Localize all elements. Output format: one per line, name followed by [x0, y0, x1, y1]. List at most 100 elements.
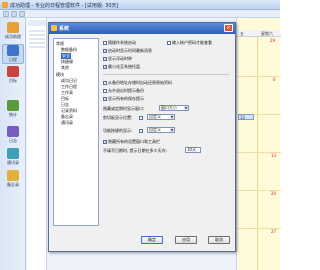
- chart-icon: [7, 100, 19, 111]
- sidebar-item-contacts[interactable]: 通讯录: [2, 148, 24, 168]
- autostart-checkbox[interactable]: [103, 41, 107, 45]
- calendar-header-day: 五: [240, 31, 244, 36]
- auto-restore-checkbox[interactable]: [103, 81, 107, 85]
- window-mode-select[interactable]: 窗口大小 ▼: [159, 105, 189, 111]
- calendar-date[interactable]: 29: [270, 38, 275, 43]
- option-backup-prompt[interactable]: 允许退出时提示备份: [103, 88, 144, 94]
- option-minimize-tray[interactable]: 最小化至系统托盘: [103, 64, 140, 70]
- option-label: 显示所有的保存提示: [108, 96, 144, 101]
- sidebar-item-goal[interactable]: 目标: [2, 66, 24, 86]
- option-floating-clock[interactable]: 显示浮动时钟: [103, 56, 132, 62]
- window-mode-label: 隐藏或定期时显示窗口:: [103, 106, 145, 111]
- toolbar-save-icon[interactable]: [19, 11, 25, 17]
- sidebar-item-success[interactable]: 成功助理: [2, 22, 24, 42]
- clipboard-position-label: 剪切板显示位置:: [103, 115, 133, 120]
- backup-prompt-checkbox[interactable]: [103, 89, 107, 93]
- sidebar-item-label: 统计: [9, 112, 17, 117]
- clipboard-radio-box[interactable]: [139, 116, 143, 120]
- app-title: 成功助理 - 专业的日程管理软件 - [试用版: 30天]: [10, 3, 119, 9]
- app-toolbar: [0, 10, 280, 18]
- option-save-prompts[interactable]: 显示所有的保存提示: [103, 96, 144, 102]
- mini-calendar-row: [29, 42, 45, 44]
- option-password[interactable]: 输入帐户密码才能查看: [167, 40, 212, 46]
- sidebar-item-schedule[interactable]: 日程: [2, 44, 24, 64]
- settings-dialog: 系统 × 常规 数据备份 安全 快捷键 其他 模块 成功日记 工作日程 工作表 …: [48, 22, 236, 252]
- mini-calendar-panel: [27, 18, 47, 270]
- function-keys-label: 功能按键的显示:: [103, 128, 133, 133]
- toolbar-new-icon[interactable]: [3, 11, 9, 17]
- calendar-header: 五 星期六: [237, 30, 281, 37]
- mini-calendar-row: [29, 30, 45, 32]
- target-icon: [7, 66, 19, 77]
- hide-windows-checkbox[interactable]: [103, 139, 107, 144]
- calendar-date[interactable]: 20: [271, 191, 276, 196]
- option-label: 隐藏所有的设置窗口和工具栏: [108, 139, 160, 144]
- sidebar-item-stats[interactable]: 统计: [2, 100, 24, 120]
- reminder-days-stepper[interactable]: 30天: [185, 147, 201, 153]
- function-keys-radio-box[interactable]: [139, 129, 143, 133]
- mini-calendar-row: [29, 46, 45, 48]
- mini-calendar-row: [29, 38, 45, 40]
- chevron-down-icon: ▼: [170, 128, 174, 132]
- chevron-down-icon: ▼: [184, 106, 188, 110]
- app-logo-icon: [2, 2, 8, 8]
- select-value: 自定义: [149, 114, 161, 119]
- calendar-date[interactable]: 6: [273, 77, 276, 82]
- reminder-days-label: 不填写日期时, 提示日期在多少天内:: [103, 148, 167, 153]
- save-prompts-checkbox[interactable]: [103, 96, 107, 101]
- option-label: 随操作系统启动: [108, 40, 136, 45]
- sidebar-item-label: 目标: [9, 78, 17, 83]
- cancel-button[interactable]: 取消: [208, 236, 230, 244]
- floating-clock-checkbox[interactable]: [103, 56, 107, 61]
- close-button[interactable]: ×: [224, 24, 233, 32]
- function-keys-radio[interactable]: [139, 128, 144, 133]
- password-checkbox[interactable]: [167, 41, 171, 45]
- chevron-down-icon: ▼: [170, 115, 174, 119]
- sidebar: 成功助理 日程 目标 统计 日志 通讯录 备忘录: [0, 18, 26, 270]
- option-auto-restore[interactable]: 从备份地址存储时自动还原原始资料: [103, 80, 172, 86]
- option-show-news[interactable]: 启动时显示时间最新消息: [103, 48, 152, 54]
- function-keys-select[interactable]: 自定义 ▼: [147, 127, 175, 133]
- settings-content: 随操作系统启动 输入帐户密码才能查看 启动时显示时间最新消息 显示浮动时钟 最小…: [103, 38, 231, 226]
- calendar-icon: [7, 45, 19, 56]
- mini-calendar-header: [28, 20, 46, 26]
- sidebar-item-memo[interactable]: 备忘录: [2, 170, 24, 190]
- option-label: 显示浮动时钟: [108, 56, 132, 61]
- app-titlebar: 成功助理 - 专业的日程管理软件 - [试用版: 30天]: [0, 0, 280, 10]
- show-news-checkbox[interactable]: [103, 48, 107, 53]
- contacts-icon: [7, 148, 19, 159]
- tree-item-contacts[interactable]: 通讯录: [61, 120, 73, 126]
- sidebar-item-label: 日志: [9, 138, 17, 143]
- dialog-titlebar: 系统 ×: [49, 23, 235, 34]
- option-hide-windows[interactable]: 隐藏所有的设置窗口和工具栏: [103, 139, 160, 145]
- stepper-value: 30天: [187, 147, 197, 152]
- clipboard-position-select[interactable]: 自定义 ▼: [147, 114, 175, 120]
- minimize-tray-checkbox[interactable]: [103, 64, 107, 69]
- mini-calendar-row: [29, 34, 45, 36]
- divider: [103, 74, 229, 75]
- calendar-date[interactable]: 13: [271, 153, 276, 158]
- option-label: 允许退出时提示备份: [108, 88, 144, 93]
- sidebar-item-label: 成功助理: [5, 34, 21, 39]
- apply-button[interactable]: 应用: [175, 236, 197, 244]
- calendar-date[interactable]: 27: [271, 229, 276, 234]
- select-value: 自定义: [149, 127, 161, 132]
- sidebar-item-journal[interactable]: 日志: [2, 126, 24, 146]
- tree-item-other[interactable]: 其他: [61, 65, 69, 71]
- ok-button[interactable]: 确定: [141, 236, 163, 244]
- option-label: 最小化至系统托盘: [108, 64, 140, 69]
- sidebar-item-label: 备忘录: [7, 182, 19, 187]
- sidebar-item-label: 日程: [9, 57, 17, 62]
- option-label: 从备份地址存储时自动还原原始资料: [108, 80, 172, 85]
- select-value: 窗口大小: [161, 105, 177, 110]
- journal-icon: [7, 126, 19, 137]
- calendar-column-line: [257, 37, 258, 270]
- option-autostart[interactable]: 随操作系统启动: [103, 40, 136, 46]
- option-label: 启动时显示时间最新消息: [108, 48, 152, 53]
- calendar-view: 五 星期六 29 6 13 20 27 12: [236, 18, 281, 270]
- toolbar-open-icon[interactable]: [11, 11, 17, 17]
- clipboard-radio[interactable]: [139, 115, 144, 120]
- calendar-header-day: 星期六: [261, 31, 273, 36]
- memo-icon: [7, 170, 19, 181]
- calendar-today-cell[interactable]: 12: [238, 114, 254, 120]
